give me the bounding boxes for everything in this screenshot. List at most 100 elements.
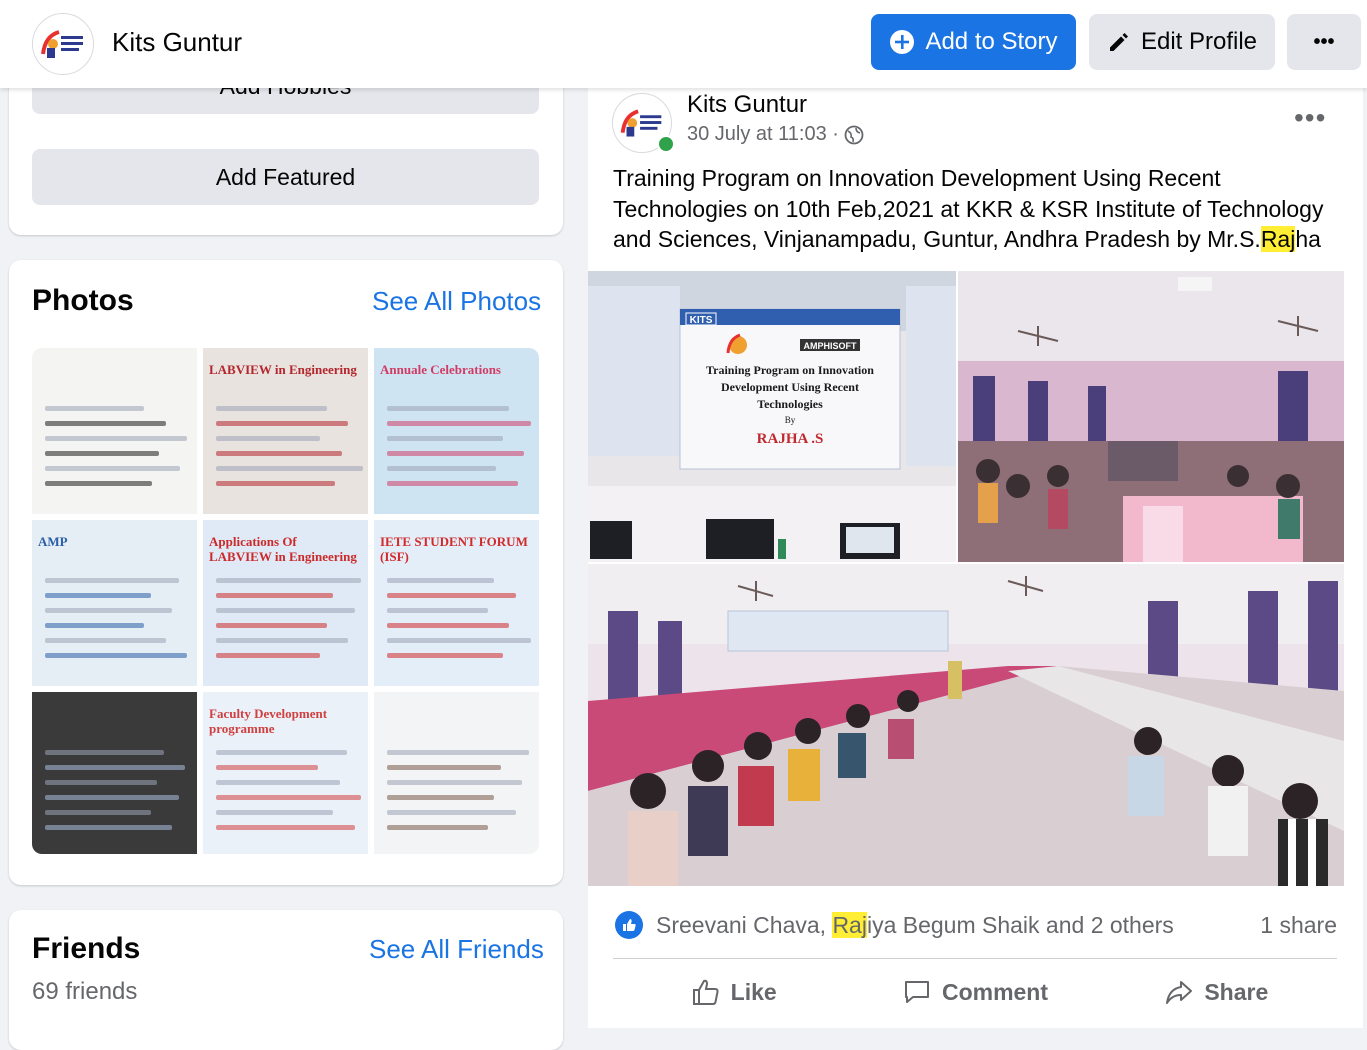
thumbnail-text-line bbox=[387, 780, 523, 785]
thumbnail-text-line bbox=[216, 593, 334, 598]
banner-kits-text: KITS bbox=[690, 315, 713, 326]
post-text-highlight: Raj bbox=[1260, 226, 1296, 252]
photo-thumbnail[interactable]: Applications Of LABVIEW in Engineering bbox=[203, 520, 368, 686]
thumbnail-caption: AMP bbox=[38, 534, 68, 549]
add-featured-button[interactable]: Add Featured bbox=[32, 149, 539, 205]
see-all-photos-link[interactable]: See All Photos bbox=[372, 286, 541, 317]
post-photo-lab-room[interactable] bbox=[958, 271, 1344, 562]
thumbnail-text-line bbox=[45, 481, 153, 486]
thumbnail-text-line bbox=[387, 481, 518, 486]
reaction-names-tail: iya Begum Shaik and 2 others bbox=[866, 912, 1174, 938]
share-count[interactable]: 1 share bbox=[1260, 912, 1337, 939]
thumbnail-text-line bbox=[387, 623, 510, 628]
friends-card: Friends See All Friends 69 friends bbox=[9, 910, 563, 1050]
photo-thumbnail[interactable] bbox=[32, 348, 197, 514]
thumbnail-text-line bbox=[216, 750, 347, 755]
photo-thumbnail[interactable]: IETE STUDENT FORUM (ISF) bbox=[374, 520, 539, 686]
share-button[interactable]: Share bbox=[1096, 968, 1337, 1016]
photo-thumbnail[interactable]: Faculty Development programme bbox=[203, 692, 368, 854]
post-text-part: Training Program on Innovation Developme… bbox=[613, 165, 1324, 252]
post-photo-lab-wide[interactable] bbox=[588, 564, 1344, 886]
post-more-options-button[interactable]: ••• bbox=[1294, 102, 1326, 134]
thumbnail-text-line bbox=[216, 825, 355, 830]
add-to-story-label: Add to Story bbox=[925, 28, 1058, 55]
photo-thumbnail[interactable] bbox=[374, 692, 539, 854]
thumbnail-text-line bbox=[216, 780, 340, 785]
friends-title: Friends bbox=[32, 932, 141, 965]
page-avatar[interactable] bbox=[32, 13, 94, 75]
share-label: Share bbox=[1204, 978, 1269, 1005]
thumbnail-text-line bbox=[387, 653, 503, 658]
post-author-name[interactable]: Kits Guntur bbox=[687, 91, 807, 119]
photo-thumbnail[interactable] bbox=[32, 692, 197, 854]
like-label: Like bbox=[730, 978, 777, 1005]
comment-button[interactable]: Comment bbox=[854, 968, 1095, 1016]
profile-top-bar: Kits Guntur Add to Story Edit Profile ••… bbox=[0, 0, 1367, 88]
photo-grid: LABVIEW in Engineering Annuale Celebratio… bbox=[32, 348, 539, 854]
post-text-tail: ha bbox=[1295, 226, 1321, 252]
post-photo-banner[interactable]: KITS AMPHISOFT Training Program on Innov… bbox=[588, 271, 956, 562]
reaction-names-part: Sreevani Chava, bbox=[656, 912, 833, 938]
thumbnail-text-line bbox=[216, 623, 327, 628]
photos-title: Photos bbox=[32, 284, 134, 317]
photo-thumbnail[interactable]: Annuale Celebrations bbox=[374, 348, 539, 514]
thumbnail-text-line bbox=[387, 608, 488, 613]
thumbnail-caption: Annuale Celebrations bbox=[380, 362, 501, 377]
thumbnail-text-line bbox=[45, 593, 151, 598]
add-to-story-button[interactable]: Add to Story bbox=[871, 14, 1076, 70]
reaction-names-highlight: Raj bbox=[832, 912, 867, 938]
thumbnail-caption: LABVIEW in Engineering bbox=[209, 362, 357, 377]
thumbnail-text-line bbox=[387, 750, 530, 755]
banner-line2: Development Using Recent bbox=[721, 380, 859, 394]
thumbnail-text-line bbox=[387, 795, 495, 800]
thumbnail-text-line bbox=[216, 481, 335, 486]
thumbnail-text-line bbox=[45, 780, 158, 785]
see-all-friends-link[interactable]: See All Friends bbox=[369, 934, 544, 965]
thumbnail-text-line bbox=[45, 406, 145, 411]
post-image-collage[interactable]: KITS AMPHISOFT Training Program on Innov… bbox=[588, 271, 1344, 886]
thumbnail-text-line bbox=[45, 765, 186, 770]
edit-profile-label: Edit Profile bbox=[1140, 28, 1258, 55]
banner-amphisoft-text: AMPHISOFT bbox=[804, 341, 858, 351]
thumbnail-text-line bbox=[216, 810, 334, 815]
pencil-icon bbox=[1109, 33, 1128, 51]
add-featured-label: Add Featured bbox=[215, 163, 356, 190]
more-options-button[interactable]: ••• bbox=[1287, 14, 1361, 70]
thumbnail-text-line bbox=[45, 825, 173, 830]
thumbnail-text-line bbox=[216, 406, 327, 411]
thumbnail-text-line bbox=[387, 436, 503, 441]
banner-name: RAJHA .S bbox=[757, 431, 824, 447]
thumbnail-text-line bbox=[45, 623, 145, 628]
page-name[interactable]: Kits Guntur bbox=[112, 27, 242, 58]
photos-card: Photos See All Photos LABVIEW in Enginee… bbox=[9, 260, 563, 885]
thumbnail-text-line bbox=[387, 466, 497, 471]
thumbnail-text-line bbox=[387, 451, 525, 456]
post-text: Training Program on Innovation Developme… bbox=[613, 163, 1343, 255]
reaction-names[interactable]: Sreevani Chava, Rajiya Begum Shaik and 2… bbox=[656, 912, 1174, 939]
share-icon bbox=[1166, 981, 1193, 1004]
like-icon bbox=[692, 979, 719, 1005]
thumbnail-text-line bbox=[216, 421, 349, 426]
thumbnail-text-line bbox=[216, 436, 321, 441]
thumbnail-text-line bbox=[45, 638, 166, 643]
thumbnail-text-line bbox=[216, 466, 364, 471]
like-button[interactable]: Like bbox=[613, 968, 854, 1016]
thumbnail-text-line bbox=[387, 638, 531, 643]
plus-circle-icon bbox=[890, 30, 915, 54]
like-reaction-icon bbox=[615, 911, 643, 939]
edit-profile-button[interactable]: Edit Profile bbox=[1089, 14, 1275, 70]
thumbnail-text-line bbox=[387, 593, 516, 598]
thumbnail-text-line bbox=[387, 765, 502, 770]
thumbnail-text-line bbox=[387, 406, 510, 411]
post-timestamp[interactable]: 30 July at 11:03 · bbox=[687, 123, 864, 146]
post-photos: KITS AMPHISOFT Training Program on Innov… bbox=[588, 271, 1344, 886]
thumbnail-text-line bbox=[216, 578, 362, 583]
photo-thumbnail[interactable]: LABVIEW in Engineering bbox=[203, 348, 368, 514]
thumbnail-text-line bbox=[387, 810, 516, 815]
friends-count: 69 friends bbox=[32, 978, 138, 1005]
photo-thumbnail[interactable]: AMP bbox=[32, 520, 197, 686]
thumbnail-text-line bbox=[45, 466, 181, 471]
thumbnail-text-line bbox=[216, 795, 362, 800]
thumbnail-text-line bbox=[216, 653, 321, 658]
comment-label: Comment bbox=[941, 978, 1049, 1005]
